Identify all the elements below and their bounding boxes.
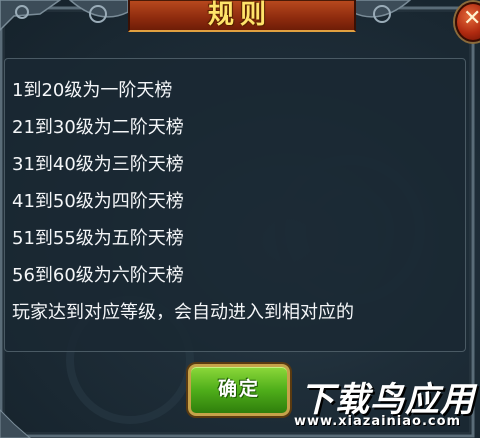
confirm-button-label: 确定	[217, 378, 260, 400]
dialog-title: 规则	[207, 0, 272, 30]
watermark-url: www.xiazainiao.com	[294, 414, 462, 429]
rule-line: 1到20级为一阶天榜	[12, 80, 173, 101]
close-icon: ✕	[463, 6, 480, 31]
rule-line: 51到55级为五阶天榜	[12, 228, 184, 249]
rule-line: 31到40级为三阶天榜	[12, 154, 184, 175]
rules-list: 1到20级为一阶天榜 21到30级为二阶天榜 31到40级为三阶天榜 41到50…	[12, 78, 354, 337]
rule-line: 21到30级为二阶天榜	[12, 117, 184, 138]
rules-dialog: 规则 ✕ 1到20级为一阶天榜 21到30级为二阶天榜 31到40级为三阶天榜 …	[0, 0, 480, 438]
rule-line: 玩家达到对应等级，会自动进入到相对应的	[12, 302, 354, 323]
rule-line: 41到50级为四阶天榜	[12, 191, 184, 212]
confirm-button[interactable]: 确定	[188, 364, 290, 416]
close-button[interactable]: ✕	[455, 2, 480, 42]
rule-line: 56到60级为六阶天榜	[12, 265, 184, 286]
